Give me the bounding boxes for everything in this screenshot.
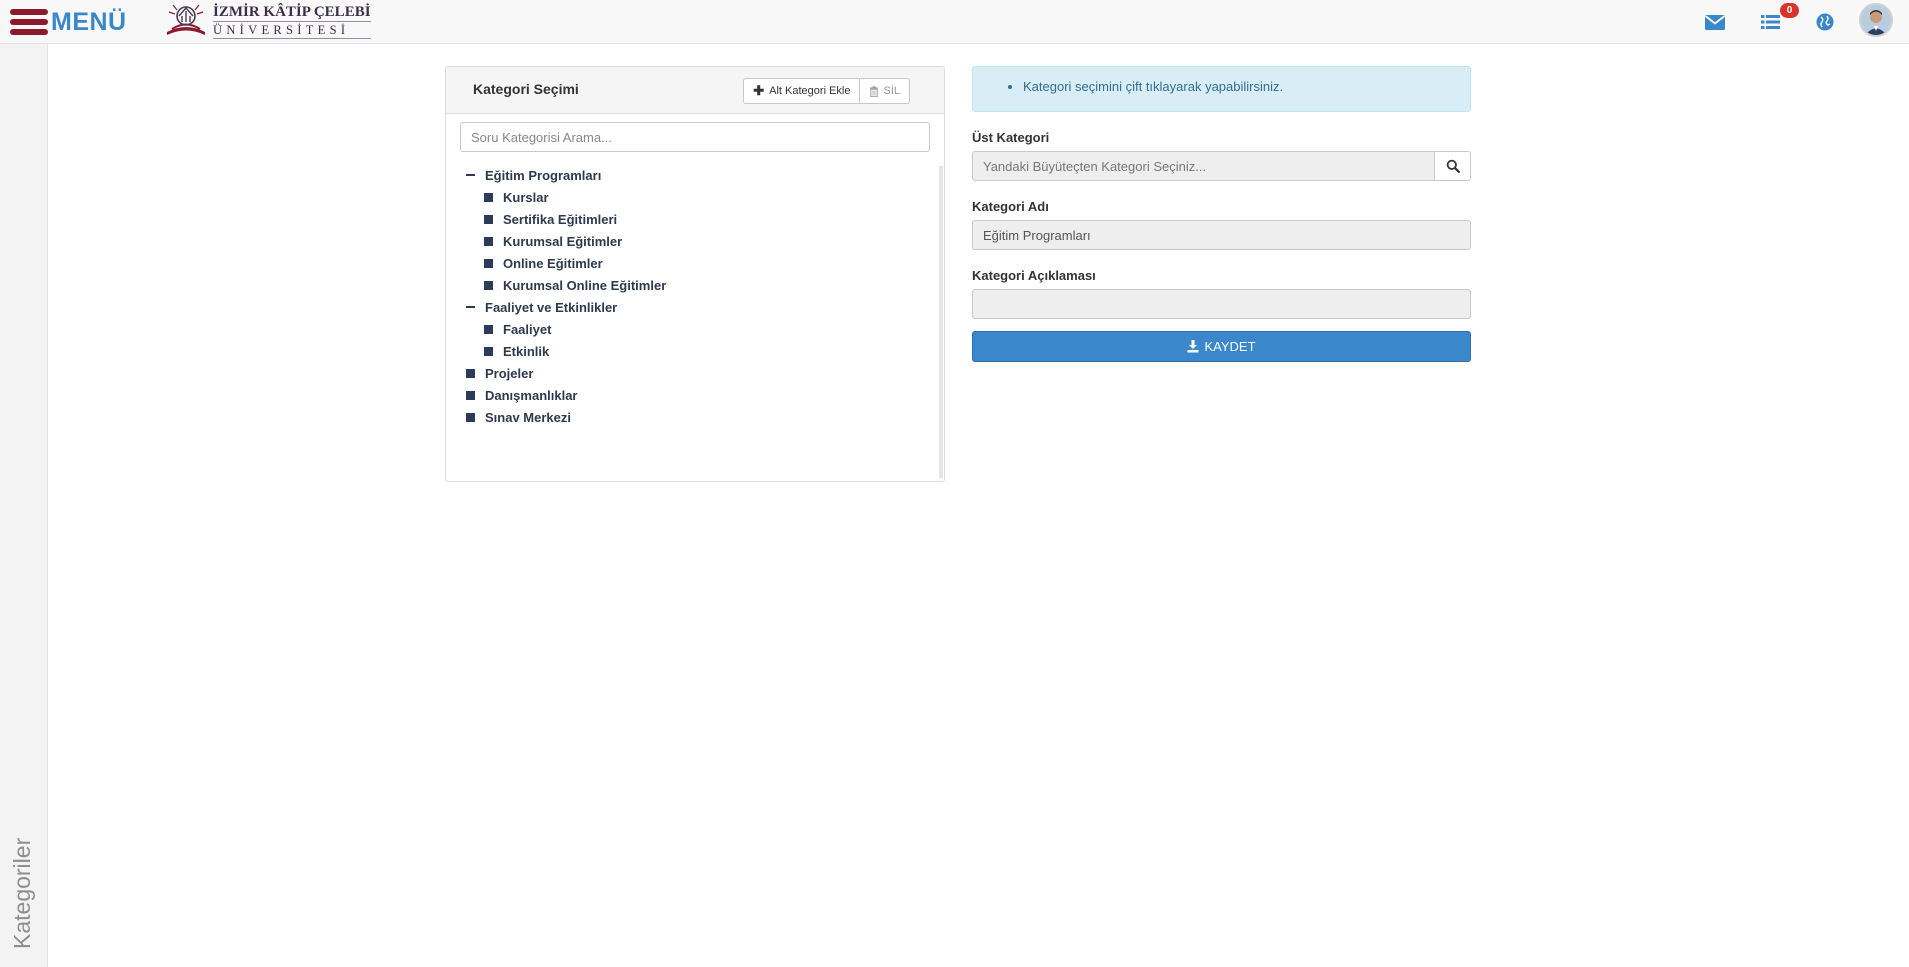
tree-item[interactable]: Eğitim Programları [466,164,666,186]
tree-item[interactable]: Faaliyet ve Etkinlikler [466,296,666,318]
tree-item[interactable]: Projeler [466,362,666,384]
top-navbar: MENÜ İZMİR KÂTİP ÇELEBİ ÜNİVERSİTESİ 0 [0,0,1909,44]
category-form: Kategori seçimini çift tıklayarak yapabi… [972,66,1471,362]
menu-label: MENÜ [51,7,127,36]
category-description-field[interactable] [972,289,1471,319]
delete-label: SİL [883,85,900,97]
user-avatar[interactable] [1859,3,1893,37]
tree-item-label: Danışmanlıklar [485,387,578,403]
save-label: KAYDET [1204,339,1256,354]
tree-item[interactable]: Danışmanlıklar [466,384,666,406]
tree-item-label: Eğitim Programları [485,167,602,183]
collapse-icon[interactable] [466,174,475,176]
node-icon [484,236,493,246]
category-search-input[interactable] [460,122,930,152]
category-actions: ✚ Alt Kategori Ekle SİL [743,78,910,104]
info-alert: Kategori seçimini çift tıklayarak yapabi… [972,66,1471,112]
node-icon [466,368,475,378]
download-icon [1187,340,1199,353]
category-tree: Eğitim Programları Kurslar Sertifika Eğiti… [466,164,666,428]
trash-icon [870,85,879,97]
logo-title: İZMİR KÂTİP ÇELEBİ [213,3,371,20]
tree-item-label: Sınav Merkezi [485,409,571,425]
node-icon [484,346,493,356]
tree-item[interactable]: Kurumsal Online Eğitimler [466,274,666,296]
category-description-label: Kategori Açıklaması [972,268,1096,283]
globe-icon [1816,13,1834,31]
list-icon [1761,15,1780,29]
tree-item-label: Kurslar [503,189,549,205]
tree-item-label: Faaliyet [503,321,552,337]
node-icon [484,258,493,268]
tree-item[interactable]: Kurumsal Eğitimler [466,230,666,252]
university-logo[interactable]: İZMİR KÂTİP ÇELEBİ ÜNİVERSİTESİ [163,2,371,40]
tasks-button[interactable]: 0 [1759,3,1799,33]
page-title: Kategoriler [9,837,35,949]
parent-category-input[interactable] [972,151,1435,181]
info-message: Kategori seçimini çift tıklayarak yapabi… [1023,79,1470,94]
delete-button[interactable]: SİL [860,78,910,104]
user-photo-icon [1861,5,1891,35]
tree-item[interactable]: Sınav Merkezi [466,406,666,428]
node-icon [484,192,493,202]
category-panel-title: Kategori Seçimi [473,81,579,97]
category-panel-body: Eğitim Programları Kurslar Sertifika Eğiti… [446,114,944,481]
tree-scrollbar[interactable] [939,166,943,478]
tree-item-label: Etkinlik [503,343,550,359]
notification-badge: 0 [1780,3,1799,18]
parent-category-label: Üst Kategori [972,130,1050,145]
node-icon [484,280,493,290]
search-icon [1446,159,1460,173]
plus-icon: ✚ [753,83,765,98]
node-icon [484,214,493,224]
category-panel-heading: Kategori Seçimi ✚ Alt Kategori Ekle SİL [446,67,944,114]
add-subcategory-button[interactable]: ✚ Alt Kategori Ekle [743,78,861,104]
envelope-icon [1704,15,1726,30]
tree-item-label: Kurumsal Eğitimler [503,233,623,249]
side-strip: Kategoriler [0,44,48,967]
tree-item[interactable]: Etkinlik [466,340,666,362]
tree-item-label: Sertifika Eğitimleri [503,211,618,227]
save-button[interactable]: KAYDET [972,331,1471,362]
collapse-icon[interactable] [466,306,475,308]
tree-item[interactable]: Kurslar [466,186,666,208]
tree-item[interactable]: Faaliyet [466,318,666,340]
tree-item-label: Projeler [485,365,534,381]
node-icon [466,390,475,400]
tree-item[interactable]: Sertifika Eğitimleri [466,208,666,230]
add-subcategory-label: Alt Kategori Ekle [769,85,851,97]
menu-toggle-button[interactable]: MENÜ [10,6,127,38]
logo-subtitle: ÜNİVERSİTESİ [213,20,371,39]
language-button[interactable] [1813,11,1837,33]
messages-button[interactable] [1703,11,1727,33]
university-emblem-icon [167,4,205,35]
tree-item-label: Kurumsal Online Eğitimler [503,277,667,293]
tree-item-label: Online Eğitimler [503,255,603,271]
tree-item-label: Faaliyet ve Etkinlikler [485,299,618,315]
parent-category-group [972,151,1471,181]
tree-item[interactable]: Online Eğitimler [466,252,666,274]
category-name-label: Kategori Adı [972,199,1049,214]
category-panel: Kategori Seçimi ✚ Alt Kategori Ekle SİL … [445,66,945,482]
node-icon [484,324,493,334]
node-icon [466,412,475,422]
category-name-field[interactable]: Eğitim Programları [972,220,1471,250]
hamburger-icon [10,9,48,35]
parent-category-search-button[interactable] [1435,151,1471,181]
